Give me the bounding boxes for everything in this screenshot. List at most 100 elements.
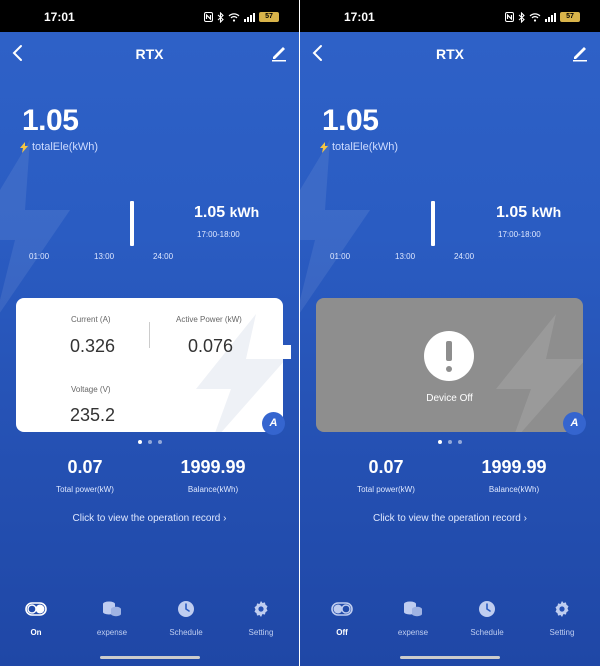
bluetooth-icon — [518, 11, 525, 23]
signal-icon — [545, 13, 556, 22]
pager-dot[interactable] — [448, 440, 452, 444]
clock-icon — [178, 601, 194, 617]
nfc-icon — [204, 12, 213, 22]
bolt-icon — [20, 141, 28, 153]
pager-dot[interactable] — [137, 440, 142, 444]
nfc-icon — [505, 12, 514, 22]
balance-value: 1999.99 — [180, 457, 246, 477]
clock-icon — [479, 601, 495, 617]
status-icons: 57 — [505, 10, 580, 24]
status-bar: 17:01 57 — [0, 0, 299, 32]
card-divider — [149, 322, 150, 348]
pager-dot[interactable] — [157, 440, 162, 444]
tab-expense[interactable]: expense — [82, 598, 142, 637]
edit-pencil-icon[interactable] — [572, 44, 588, 62]
chart-tick: 01:00 — [330, 252, 351, 261]
device-title: RTX — [436, 46, 464, 62]
balance-label: Balance(kWh) — [187, 485, 239, 494]
tab-setting-label: Setting — [248, 628, 274, 637]
phone-screen-off: 17:01 57 RTX 1.05 totalEle(kWh) 1.05 kWh… — [300, 0, 600, 666]
tab-schedule-label: Schedule — [470, 628, 504, 637]
total-power-value: 0.07 — [368, 457, 404, 477]
gear-icon — [254, 601, 268, 617]
phone-screen-on: 17:01 57 RTX 1.05 totalEle(kWh) 1.05 kWh… — [0, 0, 299, 666]
alert-icon — [424, 331, 474, 381]
status-bar: 17:01 57 — [300, 0, 600, 32]
chart-value-number: 1.05 — [496, 204, 528, 221]
home-indicator[interactable] — [100, 656, 200, 659]
background-bolt-icon — [0, 140, 70, 313]
total-power-value: 0.07 — [67, 457, 103, 477]
battery-icon: 57 — [259, 12, 279, 22]
tab-setting[interactable]: Setting — [532, 598, 592, 637]
tab-power[interactable]: On — [6, 598, 66, 637]
voltage-value: 235.2 — [70, 405, 116, 425]
total-energy-value: 1.05 — [322, 104, 379, 137]
device-title: RTX — [135, 46, 164, 62]
edit-pencil-icon[interactable] — [271, 44, 287, 62]
chart-tick: 13:00 — [94, 252, 115, 261]
total-power-label: Total power(kW) — [56, 485, 114, 494]
next-card-peek — [281, 345, 291, 359]
tab-schedule-label: Schedule — [169, 628, 203, 637]
tab-power[interactable]: Off — [312, 598, 372, 637]
status-icons: 57 — [204, 10, 279, 24]
tab-setting[interactable]: Setting — [231, 598, 291, 637]
chart-selected-value: 1.05 kWh — [194, 204, 259, 222]
balance-value: 1999.99 — [481, 457, 547, 477]
chart-selected-value: 1.05 kWh — [496, 204, 561, 222]
tab-schedule[interactable]: Schedule — [156, 598, 216, 637]
active-power-value: 0.076 — [188, 336, 234, 356]
status-time: 17:01 — [44, 10, 75, 24]
tab-setting-label: Setting — [549, 628, 575, 637]
total-energy-label: totalEle(kWh) — [320, 141, 398, 153]
coins-icon — [404, 601, 422, 617]
tab-power-label: Off — [336, 628, 348, 637]
total-energy-value: 1.05 — [22, 104, 79, 137]
chart-selected-range: 17:00-18:00 — [197, 230, 240, 239]
device-off-label: Device Off — [426, 393, 473, 404]
tab-power-label: On — [30, 628, 42, 637]
total-power-label: Total power(kW) — [357, 485, 415, 494]
chart-tick: 24:00 — [454, 252, 475, 261]
chart-selected-range: 17:00-18:00 — [498, 230, 541, 239]
chart-tick: 24:00 — [153, 252, 174, 261]
total-energy-label-text: totalEle(kWh) — [332, 141, 399, 153]
chart-value-unit: kWh — [531, 204, 562, 220]
operation-record-link[interactable]: Click to view the operation record › — [300, 513, 600, 524]
tab-expense-label: expense — [96, 628, 128, 637]
operation-record-link[interactable]: Click to view the operation record › — [0, 513, 299, 524]
chart-bar[interactable] — [130, 201, 134, 246]
card-pager — [0, 440, 299, 444]
device-off-card[interactable]: Device Off — [316, 298, 583, 432]
signal-icon — [244, 13, 255, 22]
bolt-icon — [320, 141, 328, 153]
pager-dot[interactable] — [458, 440, 462, 444]
wifi-icon — [529, 13, 541, 22]
home-indicator[interactable] — [400, 656, 500, 659]
toggle-icon — [331, 602, 353, 616]
pager-dot[interactable] — [438, 440, 442, 444]
mode-badge[interactable]: A — [262, 412, 285, 435]
total-energy-label-text: totalEle(kWh) — [32, 141, 99, 153]
bluetooth-icon — [217, 11, 224, 23]
tab-schedule[interactable]: Schedule — [457, 598, 517, 637]
mode-badge[interactable]: A — [563, 412, 586, 435]
chart-value-number: 1.05 — [194, 204, 226, 221]
tab-expense-label: expense — [397, 628, 429, 637]
current-label: Current (A) — [71, 315, 111, 324]
battery-icon: 57 — [560, 12, 580, 22]
background-bolt-icon — [300, 140, 370, 313]
total-energy-label: totalEle(kWh) — [20, 141, 98, 153]
chart-bar[interactable] — [431, 201, 435, 246]
readings-card[interactable]: Current (A) 0.326 Active Power (kW) 0.07… — [16, 298, 283, 432]
wifi-icon — [228, 13, 240, 22]
tab-expense[interactable]: expense — [383, 598, 443, 637]
current-value: 0.326 — [70, 336, 116, 356]
voltage-label: Voltage (V) — [71, 385, 111, 394]
pager-dot[interactable] — [147, 440, 152, 444]
toggle-icon — [25, 602, 47, 616]
chart-tick: 13:00 — [395, 252, 416, 261]
coins-icon — [103, 601, 121, 617]
card-pager — [300, 440, 600, 444]
